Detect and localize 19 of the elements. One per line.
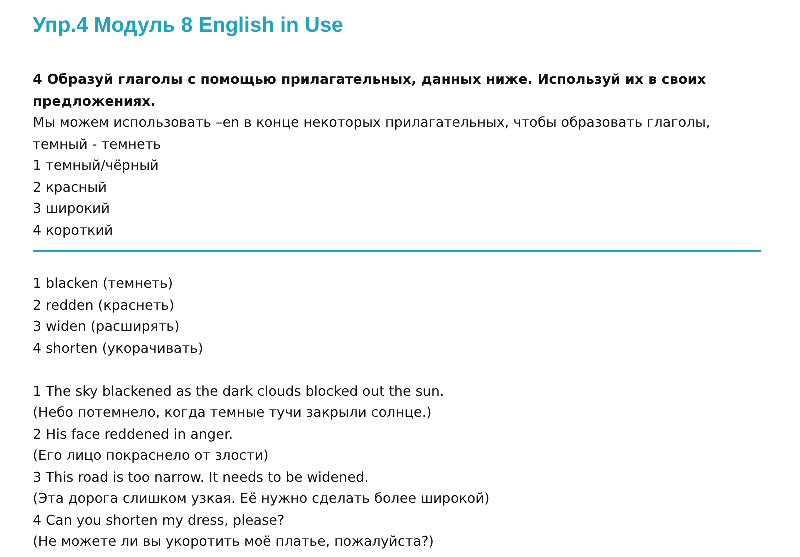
answer-sentence: (Небо потемнело, когда темные тучи закрыли солнце.) bbox=[33, 404, 433, 423]
task-item: 2 красный bbox=[33, 178, 108, 198]
answer-sentence: 3 This road is too narrow. It needs to be widened. bbox=[33, 468, 370, 488]
answer-sentence: 1 The sky blackened as the dark clouds blocked out the sun. bbox=[33, 382, 446, 402]
answer-word: 4 shorten (укорачивать) bbox=[33, 340, 204, 358]
task-item: 1 темный/чёрный bbox=[33, 157, 160, 176]
answer-sentence: (Его лицо покраснело от злости) bbox=[33, 447, 270, 466]
answer-word: 3 widen (расширять) bbox=[33, 318, 181, 337]
answer-sentence: (Эта дорога слишком узкая. Её нужно сделать более широкой) bbox=[33, 490, 491, 509]
task-intro: Мы можем использовать –en в конце некоторых прилагательных, чтобы образовать глаголы, темный - темнеть bbox=[33, 114, 712, 154]
answer-sentence: 4 Can you shorten my dress, please? bbox=[33, 512, 286, 530]
task-heading: 4 Образуй глаголы с помощью прилагательных, данных ниже. Используй их в своих предложениях. bbox=[33, 71, 708, 112]
answer-sentence: (Не можете ли вы укоротить моё платье, пожалуйста?) bbox=[33, 533, 436, 552]
answer-sentence: 2 His face reddened in anger. bbox=[33, 426, 234, 444]
task-item: 3 широкий bbox=[33, 200, 112, 219]
page-title: Упр.4 Модуль 8 English in Use bbox=[33, 13, 344, 39]
answer-word: 1 blacken (темнеть) bbox=[33, 275, 174, 294]
task-item: 4 короткий bbox=[33, 222, 114, 240]
answer-word: 2 redden (краснеть) bbox=[33, 296, 176, 316]
